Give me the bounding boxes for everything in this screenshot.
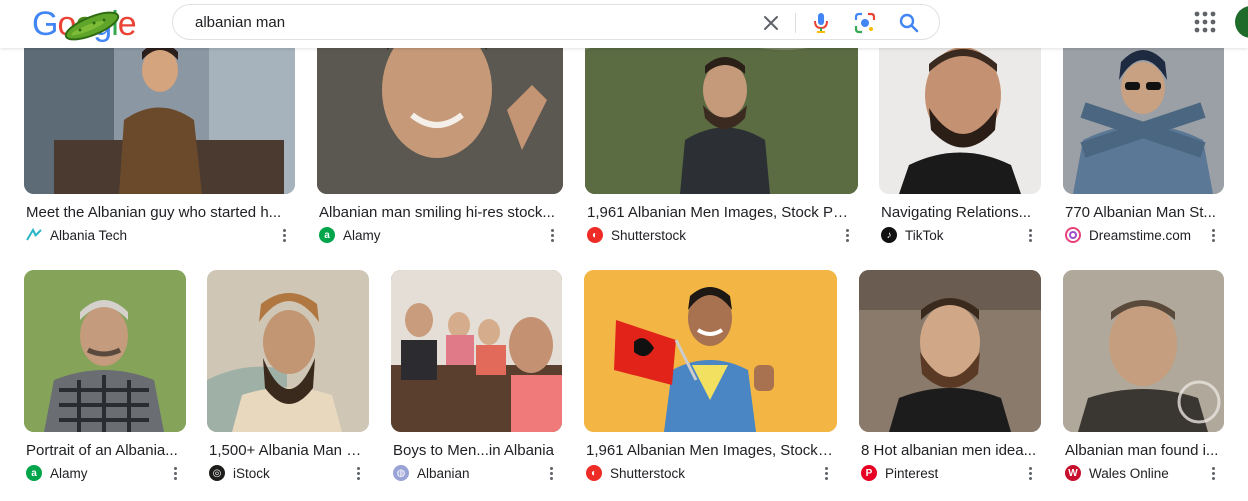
result-source[interactable]: a Alamy xyxy=(26,464,88,482)
more-vert-icon[interactable] xyxy=(545,226,559,244)
result-card[interactable]: Boys to Men...in Albania ◍ Albanian xyxy=(391,270,562,490)
result-source[interactable]: Dreamstime.com xyxy=(1065,226,1191,244)
logo-letter-g: G xyxy=(32,5,58,43)
account-avatar[interactable] xyxy=(1235,6,1248,38)
result-card[interactable]: 8 Hot albanian men idea... P Pinterest xyxy=(859,270,1041,490)
result-source-name: Albania Tech xyxy=(50,227,128,243)
more-vert-icon[interactable] xyxy=(168,464,182,482)
result-title[interactable]: Albanian man smiling hi-res stock... xyxy=(319,203,561,223)
doodle-pickle-icon xyxy=(64,11,120,41)
result-image[interactable] xyxy=(24,270,186,432)
alamy-icon: a xyxy=(319,227,335,243)
search-divider xyxy=(795,13,796,33)
result-title[interactable]: 1,961 Albanian Men Images, Stock ... xyxy=(586,441,834,461)
result-source-name: Pinterest xyxy=(885,465,939,481)
camera-lens-icon[interactable] xyxy=(853,11,877,35)
result-title[interactable]: 770 Albanian Man St... xyxy=(1065,203,1221,223)
apps-grid-icon[interactable] xyxy=(1194,11,1216,33)
search-icon[interactable] xyxy=(897,11,921,35)
result-title[interactable]: Navigating Relations... xyxy=(881,203,1039,223)
more-vert-icon[interactable] xyxy=(1023,226,1037,244)
result-source[interactable]: ◐ Shutterstock xyxy=(586,464,685,482)
result-source[interactable]: ♪ TikTok xyxy=(881,226,944,244)
more-vert-icon[interactable] xyxy=(1023,464,1037,482)
albanian-site-icon: ◍ xyxy=(393,465,409,481)
more-vert-icon[interactable] xyxy=(544,464,558,482)
tiktok-icon: ♪ xyxy=(881,227,897,243)
search-input[interactable] xyxy=(195,12,735,32)
close-icon[interactable] xyxy=(759,11,783,35)
result-title[interactable]: 1,500+ Albania Man S... xyxy=(209,441,367,461)
result-source-name: Alamy xyxy=(50,465,88,481)
result-source-name: iStock xyxy=(233,465,270,481)
result-source[interactable]: ◍ Albanian xyxy=(393,464,470,482)
result-image[interactable] xyxy=(584,270,837,432)
result-source[interactable]: Albania Tech xyxy=(26,226,127,244)
more-vert-icon[interactable] xyxy=(1206,464,1220,482)
result-source-name: Wales Online xyxy=(1089,465,1169,481)
result-source-name: Shutterstock xyxy=(610,465,686,481)
google-logo[interactable]: Google xyxy=(32,4,137,44)
result-image[interactable] xyxy=(391,270,562,432)
result-source[interactable]: a Alamy xyxy=(319,226,381,244)
result-image[interactable] xyxy=(1063,270,1224,432)
more-vert-icon[interactable] xyxy=(351,464,365,482)
more-vert-icon[interactable] xyxy=(1206,226,1220,244)
shutterstock-icon: ◐ xyxy=(586,465,602,481)
top-bar: Google xyxy=(0,0,1248,48)
microphone-icon[interactable] xyxy=(809,11,833,35)
result-title[interactable]: Meet the Albanian guy who started h... xyxy=(26,203,292,223)
more-vert-icon[interactable] xyxy=(277,226,291,244)
result-title[interactable]: Albanian man found i... xyxy=(1065,441,1221,461)
wales-online-icon: W xyxy=(1065,465,1081,481)
result-source[interactable]: W Wales Online xyxy=(1065,464,1169,482)
result-source[interactable]: ◐ Shutterstock xyxy=(587,226,686,244)
result-title[interactable]: 8 Hot albanian men idea... xyxy=(861,441,1039,461)
result-card[interactable]: 1,961 Albanian Men Images, Stock ... ◐ S… xyxy=(584,270,837,490)
result-source-name: Alamy xyxy=(343,227,381,243)
istock-icon: ◎ xyxy=(209,465,225,481)
albania-tech-icon xyxy=(26,227,42,243)
result-source[interactable]: P Pinterest xyxy=(861,464,938,482)
result-source-name: Dreamstime.com xyxy=(1089,227,1192,243)
more-vert-icon[interactable] xyxy=(819,464,833,482)
result-image[interactable] xyxy=(859,270,1041,432)
result-title[interactable]: Portrait of an Albania... xyxy=(26,441,184,461)
pinterest-icon: P xyxy=(861,465,877,481)
search-box xyxy=(172,4,940,40)
result-card[interactable]: 1,500+ Albania Man S... ◎ iStock xyxy=(207,270,369,490)
alamy-icon: a xyxy=(26,465,42,481)
result-card[interactable]: Albanian man found i... W Wales Online xyxy=(1063,270,1225,490)
result-source[interactable]: ◎ iStock xyxy=(209,464,270,482)
result-source-name: Shutterstock xyxy=(611,227,687,243)
result-source-name: TikTok xyxy=(905,227,944,243)
result-title[interactable]: 1,961 Albanian Men Images, Stock Pho... xyxy=(587,203,855,223)
result-card[interactable]: Portrait of an Albania... a Alamy xyxy=(24,270,186,490)
result-source-name: Albanian xyxy=(417,465,470,481)
result-title[interactable]: Boys to Men...in Albania xyxy=(393,441,561,461)
dreamstime-icon xyxy=(1065,227,1081,243)
shutterstock-icon: ◐ xyxy=(587,227,603,243)
result-image[interactable] xyxy=(207,270,369,432)
more-vert-icon[interactable] xyxy=(840,226,854,244)
